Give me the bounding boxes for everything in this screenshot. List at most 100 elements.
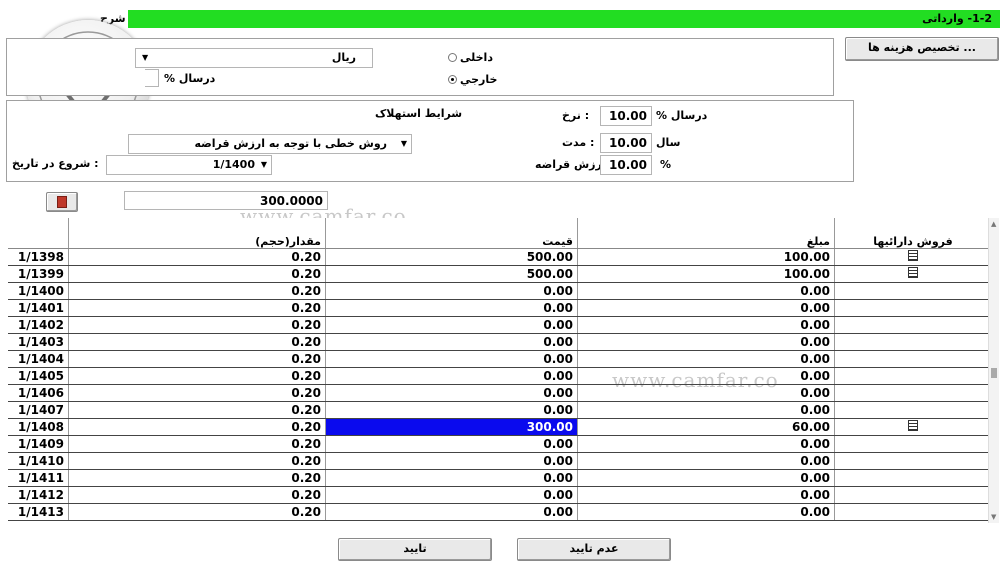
- row-code-cell[interactable]: 1/1400: [8, 282, 69, 300]
- table-row[interactable]: 1/1399 0.20 500.00 100.00: [8, 265, 991, 283]
- table-row[interactable]: 1/1407 0.20 0.00 0.00: [8, 401, 991, 419]
- table-row[interactable]: 1/1400 0.20 0.00 0.00: [8, 282, 991, 300]
- row-quantity-cell[interactable]: 0.20: [68, 316, 326, 334]
- currency-select[interactable]: ▼ ریال: [135, 48, 373, 68]
- row-quantity-cell[interactable]: 0.20: [68, 486, 326, 504]
- row-amount-cell[interactable]: 0.00: [577, 486, 835, 504]
- row-asset-sale-cell[interactable]: [834, 469, 991, 487]
- row-code-cell[interactable]: 1/1401: [8, 299, 69, 317]
- row-amount-cell[interactable]: 100.00: [577, 265, 835, 283]
- document-list-icon[interactable]: [908, 420, 918, 431]
- row-code-cell[interactable]: 1/1412: [8, 486, 69, 504]
- row-asset-sale-cell[interactable]: [834, 265, 991, 283]
- table-row[interactable]: 1/1402 0.20 0.00 0.00: [8, 316, 991, 334]
- table-row[interactable]: 1/1401 0.20 0.00 0.00: [8, 299, 991, 317]
- table-row[interactable]: 1/1398 0.20 500.00 100.00: [8, 248, 991, 266]
- scroll-up-icon[interactable]: ▲: [991, 220, 996, 228]
- row-price-cell[interactable]: 0.00: [325, 282, 578, 300]
- vertical-scrollbar[interactable]: ▲ ▼: [988, 218, 999, 523]
- table-row[interactable]: 1/1403 0.20 0.00 0.00: [8, 333, 991, 351]
- row-amount-cell[interactable]: 0.00: [577, 452, 835, 470]
- table-row[interactable]: 1/1408 0.20 300.00 60.00: [8, 418, 991, 436]
- scroll-down-icon[interactable]: ▼: [991, 513, 996, 521]
- row-amount-cell[interactable]: 0.00: [577, 435, 835, 453]
- table-row[interactable]: 1/1406 0.20 0.00 0.00: [8, 384, 991, 402]
- row-asset-sale-cell[interactable]: [834, 435, 991, 453]
- row-price-cell[interactable]: 0.00: [325, 316, 578, 334]
- row-asset-sale-cell[interactable]: [834, 248, 991, 266]
- row-code-cell[interactable]: 1/1406: [8, 384, 69, 402]
- table-row[interactable]: 1/1412 0.20 0.00 0.00: [8, 486, 991, 504]
- row-price-cell[interactable]: 0.00: [325, 486, 578, 504]
- row-amount-cell[interactable]: 60.00: [577, 418, 835, 436]
- row-price-cell[interactable]: 300.00: [325, 418, 578, 436]
- row-amount-cell[interactable]: 0.00: [577, 316, 835, 334]
- row-price-cell[interactable]: 0.00: [325, 350, 578, 368]
- row-asset-sale-cell[interactable]: [834, 452, 991, 470]
- header-quantity[interactable]: مقدار(حجم): [68, 218, 326, 249]
- scroll-thumb[interactable]: [991, 368, 997, 378]
- row-quantity-cell[interactable]: 0.20: [68, 503, 326, 521]
- row-price-cell[interactable]: 0.00: [325, 367, 578, 385]
- row-quantity-cell[interactable]: 0.20: [68, 350, 326, 368]
- row-asset-sale-cell[interactable]: [834, 333, 991, 351]
- row-code-cell[interactable]: 1/1413: [8, 503, 69, 521]
- row-code-cell[interactable]: 1/1404: [8, 350, 69, 368]
- row-quantity-cell[interactable]: 0.20: [68, 469, 326, 487]
- row-quantity-cell[interactable]: 0.20: [68, 265, 326, 283]
- row-code-cell[interactable]: 1/1398: [8, 248, 69, 266]
- row-price-cell[interactable]: 0.00: [325, 401, 578, 419]
- dar-sal-pct-field[interactable]: [145, 69, 159, 87]
- header-asset-sale[interactable]: فروش دارائیها: [834, 218, 991, 249]
- table-row[interactable]: 1/1405 0.20 0.00 0.00: [8, 367, 991, 385]
- row-quantity-cell[interactable]: 0.20: [68, 418, 326, 436]
- row-code-cell[interactable]: 1/1402: [8, 316, 69, 334]
- depreciation-method-select[interactable]: ▼ روش خطی با توجه به ارزش قراضه: [128, 134, 412, 154]
- salvage-field[interactable]: 10.00: [600, 155, 652, 175]
- row-amount-cell[interactable]: 0.00: [577, 401, 835, 419]
- row-amount-cell[interactable]: 0.00: [577, 384, 835, 402]
- row-code-cell[interactable]: 1/1403: [8, 333, 69, 351]
- row-amount-cell[interactable]: 0.00: [577, 503, 835, 521]
- row-quantity-cell[interactable]: 0.20: [68, 248, 326, 266]
- table-row[interactable]: 1/1410 0.20 0.00 0.00: [8, 452, 991, 470]
- row-amount-cell[interactable]: 0.00: [577, 469, 835, 487]
- row-quantity-cell[interactable]: 0.20: [68, 299, 326, 317]
- row-asset-sale-cell[interactable]: [834, 418, 991, 436]
- row-asset-sale-cell[interactable]: [834, 503, 991, 521]
- row-price-cell[interactable]: 0.00: [325, 435, 578, 453]
- row-asset-sale-cell[interactable]: [834, 367, 991, 385]
- row-code-cell[interactable]: 1/1405: [8, 367, 69, 385]
- row-code-cell[interactable]: 1/1408: [8, 418, 69, 436]
- allocate-costs-button[interactable]: ... تخصیص هزینه ها: [845, 37, 999, 61]
- document-list-icon[interactable]: [908, 267, 918, 278]
- row-code-cell[interactable]: 1/1410: [8, 452, 69, 470]
- row-price-cell[interactable]: 0.00: [325, 299, 578, 317]
- table-row[interactable]: 1/1413 0.20 0.00 0.00: [8, 503, 991, 521]
- row-quantity-cell[interactable]: 0.20: [68, 367, 326, 385]
- table-row[interactable]: 1/1411 0.20 0.00 0.00: [8, 469, 991, 487]
- table-row[interactable]: 1/1409 0.20 0.00 0.00: [8, 435, 991, 453]
- row-price-cell[interactable]: 0.00: [325, 503, 578, 521]
- row-code-cell[interactable]: 1/1407: [8, 401, 69, 419]
- duration-field[interactable]: 10.00: [600, 133, 652, 153]
- row-asset-sale-cell[interactable]: [834, 282, 991, 300]
- row-code-cell[interactable]: 1/1411: [8, 469, 69, 487]
- radio-external[interactable]: [448, 75, 457, 84]
- row-amount-cell[interactable]: 100.00: [577, 248, 835, 266]
- radio-internal[interactable]: [448, 53, 457, 62]
- row-amount-cell[interactable]: 0.00: [577, 282, 835, 300]
- row-price-cell[interactable]: 500.00: [325, 248, 578, 266]
- row-quantity-cell[interactable]: 0.20: [68, 452, 326, 470]
- row-quantity-cell[interactable]: 0.20: [68, 333, 326, 351]
- row-asset-sale-cell[interactable]: [834, 350, 991, 368]
- document-list-icon[interactable]: [908, 250, 918, 261]
- cancel-button[interactable]: عدم تایید: [517, 538, 671, 561]
- row-amount-cell[interactable]: 0.00: [577, 333, 835, 351]
- row-asset-sale-cell[interactable]: [834, 384, 991, 402]
- row-asset-sale-cell[interactable]: [834, 299, 991, 317]
- row-code-cell[interactable]: 1/1399: [8, 265, 69, 283]
- rate-field[interactable]: 10.00: [600, 106, 652, 126]
- row-quantity-cell[interactable]: 0.20: [68, 435, 326, 453]
- row-price-cell[interactable]: 0.00: [325, 469, 578, 487]
